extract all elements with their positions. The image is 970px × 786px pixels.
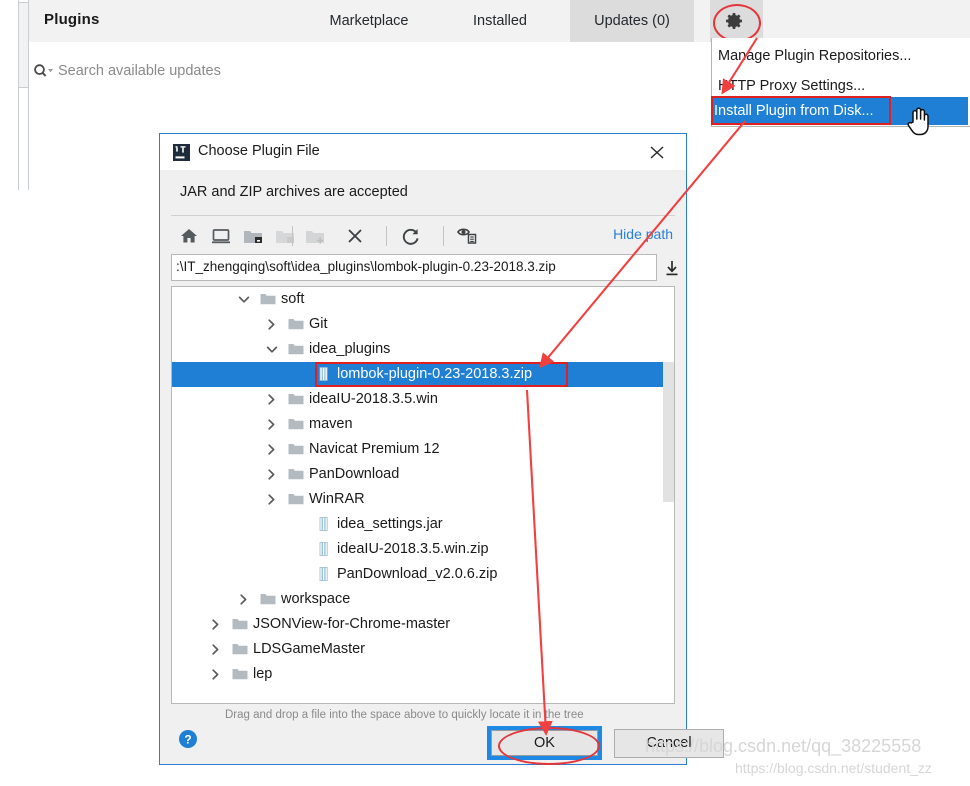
chevron-down-icon[interactable] xyxy=(238,293,250,306)
search-icon[interactable] xyxy=(33,63,53,79)
watermark-primary: https://blog.csdn.net/qq_38225558 xyxy=(645,736,922,756)
toolbar-separator xyxy=(443,226,444,246)
tree-row-label: Navicat Premium 12 xyxy=(309,441,440,457)
tree-row-label: maven xyxy=(309,416,353,432)
folder-icon xyxy=(288,392,304,406)
watermark-secondary: https://blog.csdn.net/student_zz xyxy=(735,760,932,776)
tree-row-label: JSONView-for-Chrome-master xyxy=(253,616,451,632)
folder-icon xyxy=(288,442,304,456)
tree-row[interactable]: PanDownload xyxy=(172,462,674,487)
desktop-icon[interactable] xyxy=(209,224,233,248)
project-folder-icon[interactable] xyxy=(241,224,265,248)
tree-row-label: ideaIU-2018.3.5.win.zip xyxy=(337,541,489,557)
tree-row-label: LDSGameMaster xyxy=(253,641,366,657)
tree-row-label: PanDownload xyxy=(309,466,400,482)
dialog-subtitle: JAR and ZIP archives are accepted xyxy=(180,184,408,200)
folder-icon xyxy=(288,492,304,506)
folder-icon xyxy=(288,317,304,331)
tree-row[interactable]: soft xyxy=(172,287,674,312)
tree-row[interactable]: Navicat Premium 12 xyxy=(172,437,674,462)
gear-annotation-ellipse xyxy=(713,4,761,42)
tree-row[interactable]: PanDownload_v2.0.6.zip xyxy=(172,562,674,587)
tree-selection-annotation-box xyxy=(315,362,568,387)
tree-row[interactable]: ideaIU-2018.3.5.win xyxy=(172,387,674,412)
chevron-right-icon[interactable] xyxy=(266,468,278,481)
tree-row-label: ideaIU-2018.3.5.win xyxy=(309,391,438,407)
tree-row[interactable]: idea_plugins xyxy=(172,337,674,362)
chevron-right-icon[interactable] xyxy=(266,443,278,456)
file-chooser-toolbar: Hide path xyxy=(171,220,675,252)
help-icon[interactable]: ? xyxy=(178,729,198,749)
dialog-separator xyxy=(171,215,675,216)
module-folder-icon xyxy=(273,224,297,248)
tree-row[interactable]: idea_settings.jar xyxy=(172,512,674,537)
ide-left-edge xyxy=(0,0,19,190)
menu-item-manage-plugin-repositories[interactable]: Manage Plugin Repositories... xyxy=(712,41,970,71)
svg-text:?: ? xyxy=(184,733,191,747)
folder-icon xyxy=(232,617,248,631)
tree-row[interactable]: ideaIU-2018.3.5.win.zip xyxy=(172,537,674,562)
ok-annotation-ellipse xyxy=(498,727,600,765)
page-title: Plugins xyxy=(44,11,100,28)
folder-icon xyxy=(232,667,248,681)
jar-file-icon xyxy=(316,517,332,531)
path-input-field[interactable]: :\IT_zhengqing\soft\idea_plugins\lombok-… xyxy=(171,254,657,281)
zip-file-icon xyxy=(316,542,332,556)
home-icon[interactable] xyxy=(177,224,201,248)
chevron-right-icon[interactable] xyxy=(266,393,278,406)
tab-updates[interactable]: Updates (0) xyxy=(570,0,694,42)
expand-path-icon[interactable] xyxy=(663,258,681,278)
folder-icon xyxy=(288,417,304,431)
chevron-right-icon[interactable] xyxy=(266,318,278,331)
tree-row-label: workspace xyxy=(281,591,351,607)
folder-icon xyxy=(288,342,304,356)
close-icon[interactable] xyxy=(642,141,672,163)
tree-row-label: PanDownload_v2.0.6.zip xyxy=(337,566,498,582)
delete-icon[interactable] xyxy=(343,224,367,248)
toolbar-separator xyxy=(386,226,387,246)
toolbar-separator xyxy=(292,226,293,246)
tree-row[interactable]: workspace xyxy=(172,587,674,612)
chevron-right-icon[interactable] xyxy=(210,668,222,681)
refresh-icon[interactable] xyxy=(399,224,423,248)
folder-icon xyxy=(288,467,304,481)
chevron-right-icon[interactable] xyxy=(210,618,222,631)
search-input[interactable]: Search available updates xyxy=(58,63,221,79)
path-input-value: :\IT_zhengqing\soft\idea_plugins\lombok-… xyxy=(176,259,556,274)
tree-row-label: Git xyxy=(309,316,328,332)
folder-icon xyxy=(232,642,248,656)
folder-icon xyxy=(260,592,276,606)
tree-row[interactable]: WinRAR xyxy=(172,487,674,512)
intellij-idea-icon xyxy=(173,144,190,161)
drag-drop-hint: Drag and drop a file into the space abov… xyxy=(225,709,584,721)
chevron-right-icon[interactable] xyxy=(210,643,222,656)
tab-marketplace[interactable]: Marketplace xyxy=(312,0,426,42)
tree-row-label: soft xyxy=(281,291,305,307)
tree-row-label: WinRAR xyxy=(309,491,365,507)
mouse-cursor-hand-icon xyxy=(905,104,931,136)
new-folder-icon xyxy=(303,224,327,248)
tree-row-label: lep xyxy=(253,666,273,682)
tab-installed[interactable]: Installed xyxy=(452,0,548,42)
tree-row[interactable]: maven xyxy=(172,412,674,437)
chevron-down-icon[interactable] xyxy=(266,343,278,356)
zip-file-icon xyxy=(316,567,332,581)
tree-row[interactable]: LDSGameMaster xyxy=(172,637,674,662)
tree-scrollbar-thumb[interactable] xyxy=(663,362,674,502)
tree-row[interactable]: lep xyxy=(172,662,674,687)
tree-row[interactable]: Git xyxy=(172,312,674,337)
dialog-title: Choose Plugin File xyxy=(198,143,320,159)
tree-row-label: idea_settings.jar xyxy=(337,516,443,532)
menu-item-annotation-box xyxy=(711,96,891,125)
file-tree[interactable]: soft Git idea_plugins lombok-plugin-0.23-20… xyxy=(171,286,675,704)
chevron-right-icon[interactable] xyxy=(238,593,250,606)
chevron-right-icon[interactable] xyxy=(266,418,278,431)
folder-icon xyxy=(260,292,276,306)
hide-path-link[interactable]: Hide path xyxy=(613,226,673,242)
choose-plugin-file-dialog: Choose Plugin File JAR and ZIP archives … xyxy=(159,133,724,765)
tree-row-label: idea_plugins xyxy=(309,341,391,357)
chevron-right-icon[interactable] xyxy=(266,493,278,506)
show-hidden-files-icon[interactable] xyxy=(455,224,479,248)
tree-row[interactable]: JSONView-for-Chrome-master xyxy=(172,612,674,637)
